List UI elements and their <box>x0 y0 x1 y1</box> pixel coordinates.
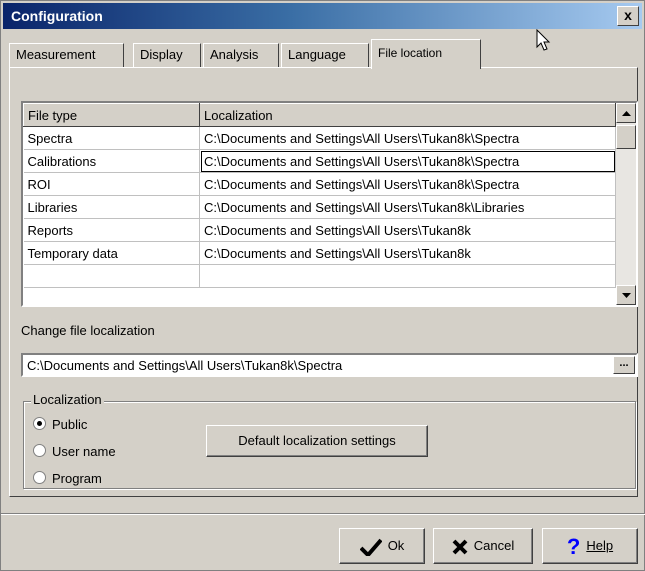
localization-cell[interactable] <box>199 264 616 288</box>
cancel-button[interactable]: Cancel <box>433 528 533 564</box>
localization-cell[interactable]: C:\Documents and Settings\All Users\Tuka… <box>199 218 616 242</box>
radio-public[interactable]: Public <box>33 417 87 432</box>
radio-label: Public <box>52 417 88 432</box>
ok-label: Ok <box>387 538 405 553</box>
file-type-cell[interactable]: ROI <box>23 172 200 196</box>
radio-button[interactable] <box>33 444 46 457</box>
radio-label: User name <box>52 444 116 459</box>
tab-measurement[interactable]: Measurement <box>9 43 124 67</box>
localization-cell[interactable]: C:\Documents and Settings\All Users\Tuka… <box>199 195 616 219</box>
file-location-grid[interactable]: File type Localization Spectra C:\Documen… <box>21 101 638 307</box>
change-file-localization-label: Change file localization <box>21 323 155 338</box>
help-button[interactable]: ? Help <box>542 528 638 564</box>
table-header-row: File type Localization <box>23 103 616 127</box>
file-type-cell[interactable]: Spectra <box>23 126 200 150</box>
scroll-down-button[interactable] <box>616 285 636 305</box>
tab-analysis[interactable]: Analysis <box>203 43 279 67</box>
configuration-window: Configuration x Measurement Display Anal… <box>0 0 645 571</box>
radio-user-name[interactable]: User name <box>33 444 116 459</box>
x-cross-icon <box>452 539 468 554</box>
tab-display[interactable]: Display <box>133 43 201 67</box>
default-localization-settings-button[interactable]: Default localization settings <box>206 425 428 457</box>
window-title: Configuration <box>11 8 103 24</box>
localization-cell[interactable]: C:\Documents and Settings\All Users\Tuka… <box>199 172 616 196</box>
file-type-cell[interactable]: Reports <box>23 218 200 242</box>
localization-group-title: Localization <box>31 392 104 407</box>
localization-cell[interactable]: C:\Documents and Settings\All Users\Tuka… <box>199 126 616 150</box>
browse-button[interactable]: ... <box>613 356 635 374</box>
table-row[interactable]: Reports C:\Documents and Settings\All Use… <box>23 218 616 242</box>
radio-button[interactable] <box>33 471 46 484</box>
table-row[interactable]: Libraries C:\Documents and Settings\All U… <box>23 195 616 219</box>
help-label: Help <box>586 538 614 553</box>
column-header-file-type[interactable]: File type <box>23 103 200 127</box>
ok-button[interactable]: Ok <box>339 528 425 564</box>
file-location-table: File type Localization Spectra C:\Documen… <box>23 103 616 288</box>
checkmark-icon <box>359 538 382 556</box>
file-type-cell[interactable] <box>23 264 200 288</box>
close-button[interactable]: x <box>617 6 639 26</box>
scroll-up-button[interactable] <box>616 103 636 123</box>
radio-label: Program <box>52 471 102 486</box>
table-row[interactable] <box>23 264 616 288</box>
localization-cell[interactable]: C:\Documents and Settings\All Users\Tuka… <box>199 149 616 173</box>
mouse-pointer-icon <box>536 29 551 51</box>
table-row[interactable]: Spectra C:\Documents and Settings\All Use… <box>23 126 616 150</box>
title-bar[interactable]: Configuration x <box>3 3 642 29</box>
tab-file-location[interactable]: File location <box>371 39 481 69</box>
localization-cell[interactable]: C:\Documents and Settings\All Users\Tuka… <box>199 241 616 265</box>
arrow-down-icon <box>621 292 631 298</box>
table-row[interactable]: Calibrations C:\Documents and Settings\Al… <box>23 149 616 173</box>
arrow-up-icon <box>621 110 631 116</box>
file-type-cell[interactable]: Calibrations <box>23 149 200 173</box>
radio-program[interactable]: Program <box>33 471 102 486</box>
cancel-label: Cancel <box>473 538 515 553</box>
file-type-cell[interactable]: Libraries <box>23 195 200 219</box>
question-mark-icon: ? <box>566 533 581 559</box>
radio-button[interactable] <box>33 417 46 430</box>
tab-language[interactable]: Language <box>281 43 369 67</box>
file-type-cell[interactable]: Temporary data <box>23 241 200 265</box>
vertical-scrollbar[interactable] <box>616 103 636 305</box>
table-row[interactable]: Temporary data C:\Documents and Settings\… <box>23 241 616 265</box>
table-row[interactable]: ROI C:\Documents and Settings\All Users\T… <box>23 172 616 196</box>
bottom-separator <box>1 513 645 515</box>
scroll-thumb[interactable] <box>616 125 636 149</box>
file-localization-input[interactable] <box>21 353 638 377</box>
column-header-localization[interactable]: Localization <box>199 103 616 127</box>
